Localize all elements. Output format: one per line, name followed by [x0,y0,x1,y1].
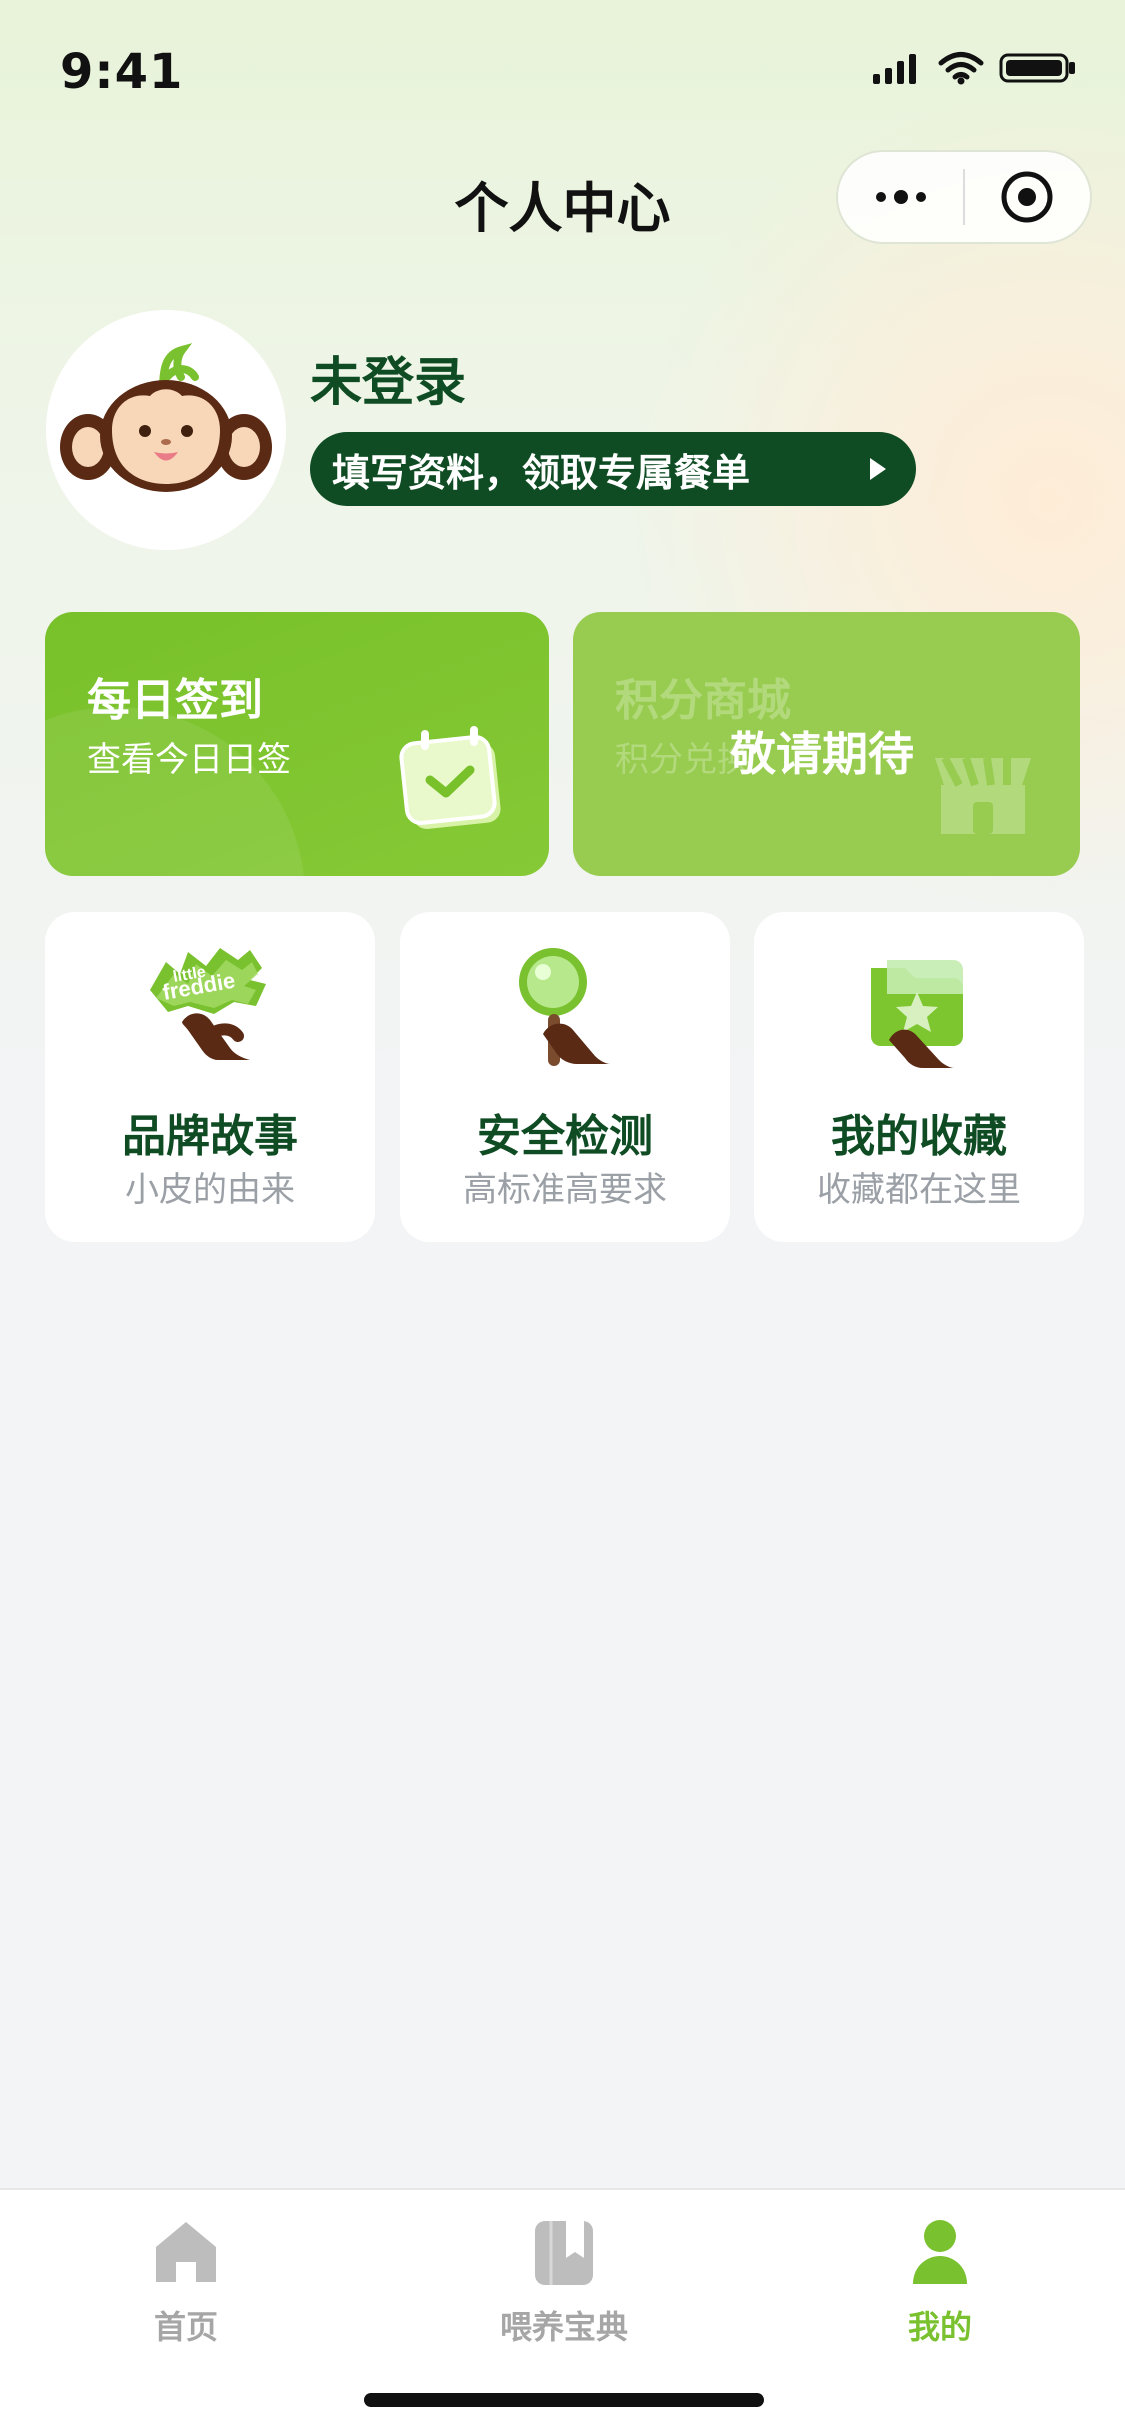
profile-section: 未登录 填写资料，领取专属餐单 [46,310,1046,550]
fill-profile-button[interactable]: 填写资料，领取专属餐单 [310,432,916,506]
status-indicators-icon [873,52,1075,85]
coming-soon-label: 敬请期待 [730,727,914,781]
more-button[interactable] [838,152,963,242]
more-icon [875,190,926,204]
status-bar: 9:41 [0,0,1125,140]
daily-checkin-card[interactable]: 每日签到 查看今日日签 [45,612,549,876]
my-favorites-title: 我的收藏 [831,1111,1007,1162]
tab-feeding-guide[interactable]: 喂养宝典 [484,2212,644,2346]
target-icon [1001,171,1053,223]
close-miniprogram-button[interactable] [965,152,1090,242]
profile-icon [913,2220,967,2284]
safety-check-card[interactable]: 安全检测 高标准高要求 [400,912,730,1242]
avatar[interactable] [46,310,286,550]
tab-profile[interactable]: 我的 [860,2212,1020,2346]
brand-story-card[interactable]: little freddie 品牌故事 小皮的由来 [45,912,375,1242]
brand-story-title: 品牌故事 [122,1111,298,1162]
tab-profile-label: 我的 [907,2308,972,2346]
monkey-avatar-icon [46,310,286,550]
favorite-folder-icon [839,932,999,1092]
chevron-right-icon [864,454,892,484]
daily-checkin-subtitle: 查看今日日签 [87,740,291,780]
tab-home-label: 首页 [153,2308,218,2346]
daily-checkin-title: 每日签到 [87,675,263,726]
status-time: 9:41 [60,44,184,100]
brand-story-icon: little freddie [130,932,290,1092]
safety-check-title: 安全检测 [477,1111,653,1162]
book-icon [535,2221,593,2285]
calendar-check-icon [390,722,514,846]
home-indicator [364,2393,764,2407]
my-favorites-card[interactable]: 我的收藏 收藏都在这里 [754,912,1084,1242]
brand-story-subtitle: 小皮的由来 [125,1170,295,1210]
tab-feeding-guide-label: 喂养宝典 [499,2308,628,2346]
mini-program-capsule [836,150,1092,244]
safety-check-subtitle: 高标准高要求 [463,1170,667,1210]
profile-name[interactable]: 未登录 [310,340,466,415]
tab-home[interactable]: 首页 [106,2212,266,2346]
home-icon [156,2222,216,2282]
points-mall-card[interactable]: 积分商城 积分兑换 敬请期待 [573,612,1080,876]
status-icons [871,48,1081,88]
magnifier-icon [485,932,645,1092]
fill-profile-label: 填写资料，领取专属餐单 [332,450,751,495]
my-favorites-subtitle: 收藏都在这里 [817,1170,1021,1210]
